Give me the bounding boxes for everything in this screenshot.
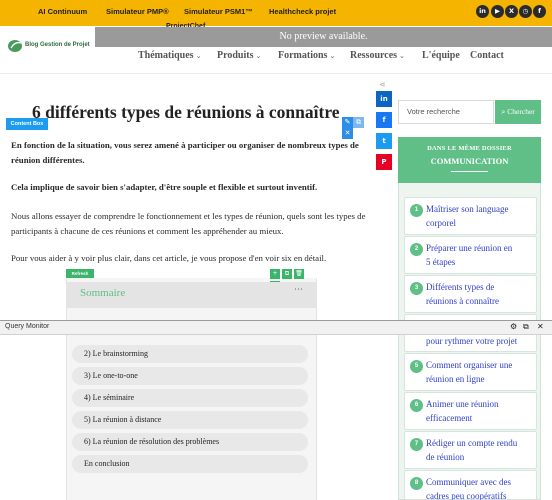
sommaire-item[interactable]: 6) La réunion de résolution des problème… (72, 433, 308, 451)
popout-icon[interactable]: ⧉ (523, 322, 529, 332)
x-icon[interactable]: X (505, 5, 518, 18)
dossier-item-line: 5 étapes (426, 257, 456, 267)
dossier-item-line: pour rythmer votre projet (426, 336, 518, 346)
nav-label: Formations (278, 50, 328, 61)
sommaire-header[interactable]: Sommaire ⋯ (66, 282, 317, 308)
topbar-link-ai-continuum[interactable]: AI Continuum (38, 7, 87, 16)
header-divider (0, 73, 552, 74)
nav-label: Produits (217, 50, 254, 61)
nav-item-contact[interactable]: Contact (470, 50, 504, 64)
delete-icon[interactable]: 🗑 (294, 269, 304, 279)
search-input[interactable]: Votre recherche (398, 100, 494, 124)
dossier-item-current[interactable]: 3 Différents types de réunions à connaît… (404, 275, 537, 313)
chevron-down-icon: ⌄ (195, 52, 202, 60)
dossier-item-line: réunions à connaître (426, 296, 499, 306)
dossier-item-line: Comment organiser une (426, 360, 513, 370)
dossier-item-number: 3 (410, 282, 423, 295)
nav-label: Ressources (350, 50, 398, 61)
dossier-item-number: 6 (410, 399, 423, 412)
sommaire-item[interactable]: 4) Le séminaire (72, 389, 308, 407)
nav-item-equipe[interactable]: L'équipe (422, 50, 460, 64)
dossier-item-line: Rédiger un compte rendu (426, 438, 518, 448)
preview-banner: No preview available. (95, 27, 552, 47)
dossier-item[interactable]: 7 Rédiger un compte rendu de réunion (404, 431, 537, 469)
settings-icon[interactable]: ⚙ (510, 322, 517, 331)
search-button-label: Chercher (507, 107, 535, 116)
edit-icon[interactable]: ✎ (342, 117, 353, 128)
linkedin-icon[interactable]: in (476, 5, 489, 18)
article-paragraph: En fonction de la situation, vous serez … (11, 140, 359, 165)
sommaire-item[interactable]: 5) La réunion à distance (72, 411, 308, 429)
dossier-item[interactable]: 8 Communiquer avec des cadres peu coopér… (404, 470, 537, 500)
sommaire-item[interactable]: 3) Le one-to-one (72, 367, 308, 385)
sommaire-item[interactable]: En conclusion (72, 455, 308, 473)
nav-label: Contact (470, 50, 504, 61)
copy-icon[interactable]: ⧉ (282, 269, 292, 279)
nav-item-thematiques[interactable]: Thématiques ⌄ (138, 50, 201, 64)
dossier-item-line: efficacement (426, 413, 473, 423)
sommaire-item[interactable]: 2) Le brainstorming (72, 345, 308, 363)
dossier-item-line: Préparer une réunion en (426, 243, 513, 253)
top-bar: AI Continuum Simulateur PMP® Simulateur … (0, 0, 552, 26)
article-paragraph: Pour vous aider à y voir plus clair, dan… (11, 253, 327, 263)
dossier-rule (451, 171, 488, 172)
topbar-link-healthcheck[interactable]: Healthcheck projet (269, 7, 336, 16)
dossier-item-line: de réunion (426, 452, 465, 462)
share-icon[interactable]: ⋖ (379, 80, 386, 89)
chevron-down-icon: ⌄ (329, 52, 336, 60)
sommaire-title: Sommaire (80, 287, 126, 299)
dossier-item-number: 5 (410, 360, 423, 373)
logo-text[interactable]: Blog Gestion de Projet (25, 42, 90, 48)
facebook-icon[interactable]: f (533, 5, 546, 18)
topbar-link-simulateur-pmp[interactable]: Simulateur PMP® (106, 7, 169, 16)
query-monitor-label: Query Monitor (5, 323, 50, 330)
close-icon[interactable]: ✕ (537, 322, 544, 331)
dossier-item[interactable]: 1 Maîtriser son language corporel (404, 197, 537, 235)
dossier-item-line: corporel (426, 218, 456, 228)
youtube-icon[interactable]: ▶ (491, 5, 504, 18)
dossier-item-line: Animer une réunion (426, 399, 499, 409)
dossier-item-number: 1 (410, 204, 423, 217)
nav-label: Thématiques (138, 50, 194, 61)
dossier-item[interactable]: 2 Préparer une réunion en 5 étapes (404, 236, 537, 274)
dossier-subtitle: DANS LE MÊME DOSSIER (427, 145, 512, 152)
dossier-item-number: 2 (410, 243, 423, 256)
content-box-badge[interactable]: Content Box (6, 118, 48, 130)
article-paragraph: Cela implique de savoir bien s'adapter, … (11, 182, 318, 192)
nav-item-formations[interactable]: Formations ⌄ (278, 50, 335, 64)
chevron-down-icon: ⌄ (399, 52, 405, 60)
dossier-item-line: Maîtriser son language (426, 204, 509, 214)
topbar-link-simulateur-psm1[interactable]: Simulateur PSM1™ (184, 7, 253, 16)
logo-icon[interactable] (7, 39, 25, 53)
query-monitor-bar: Query Monitor ⚙ ⧉ ✕ (0, 320, 552, 335)
dossier-item[interactable]: 5 Comment organiser une réunion en ligne (404, 353, 537, 391)
search-button[interactable]: ⌕ Chercher (495, 100, 541, 124)
share-twitter-button[interactable]: t (376, 133, 392, 149)
dossier-item-line: cadres peu coopératifs (426, 491, 507, 500)
article-title: 6 différents types de réunions à connaît… (32, 102, 340, 122)
share-facebook-button[interactable]: f (376, 112, 392, 128)
clock-icon[interactable]: ◷ (519, 5, 532, 18)
nav-item-produits[interactable]: Produits ⌄ (217, 50, 261, 64)
share-linkedin-button[interactable]: in (376, 91, 392, 107)
article-paragraph: Nous allons essayer de comprendre le fon… (11, 211, 366, 236)
nav-item-ressources[interactable]: Ressources ⌄ (350, 50, 405, 64)
share-pinterest-button[interactable]: P (376, 154, 392, 170)
dossier-header: DANS LE MÊME DOSSIER COMMUNICATION (398, 137, 541, 183)
dossier-item-line: Communiquer avec des (426, 477, 511, 487)
dossier-item[interactable]: 6 Animer une réunion efficacement (404, 392, 537, 430)
more-icon[interactable]: ⋯ (294, 285, 303, 295)
add-icon[interactable]: + (270, 269, 280, 279)
dossier-item-number: 7 (410, 438, 423, 451)
copy-icon[interactable]: ⧉ (353, 117, 364, 128)
nav-label: L'équipe (422, 50, 460, 61)
chevron-down-icon: ⌄ (255, 52, 262, 60)
dossier-title: COMMUNICATION (430, 156, 509, 166)
refresh-tag[interactable]: Refresh (66, 269, 94, 278)
dossier-item-line: réunion en ligne (426, 374, 485, 384)
dossier-item-number: 8 (410, 477, 423, 490)
dossier-item-line: Différents types de (426, 282, 495, 292)
